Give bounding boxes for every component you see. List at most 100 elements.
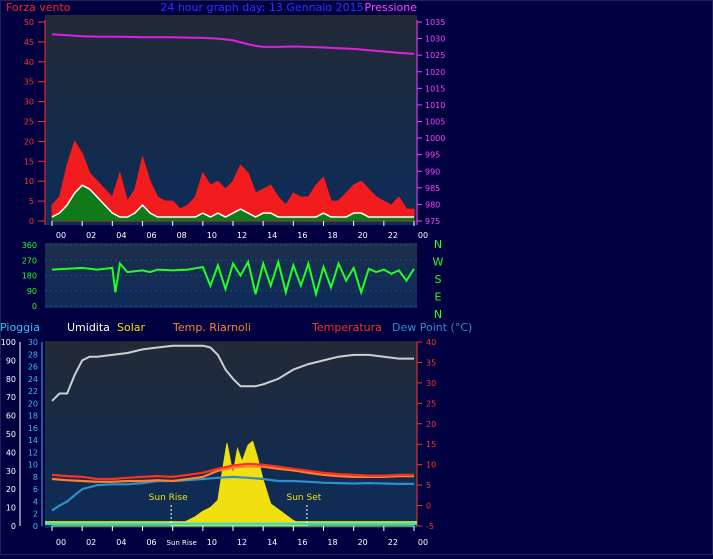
weather-x-tick-label: 20 [358,538,368,547]
temperature-tick-label: 25 [426,399,436,408]
rain-tick-label: 4 [33,497,38,506]
sun-marker-label: Sun Set [287,493,322,503]
rain-tick-label: 0 [33,522,38,531]
pressure-tick-label: 975 [425,217,440,226]
wind-tick-label: 30 [24,98,34,107]
compass-label: N [434,238,442,251]
wind-panel: Forza vento 24 hour graph day: 13 Gennai… [6,1,445,240]
pressure-tick-label: 1015 [425,84,445,93]
temperature-tick-label: 35 [426,358,436,367]
temperature-tick-label: 30 [426,379,436,388]
wind-x-tick-label: 12 [237,231,247,240]
direction-tick-label: 270 [22,256,37,265]
compass-labels: NWSEN [433,238,444,321]
wind-left-axis: 0 5 10 15 20 25 30 35 40 45 50 [24,18,46,226]
humidity-tick-label: 10 [6,504,16,513]
direction-tick-label: 360 [22,241,37,250]
rain-tick-label: 20 [28,399,38,408]
weather-x-axis: 00 02 04 06 Sun Rise 10 12 14 16 18 20 22 00 [51,526,428,547]
wind-x-tick-label: 20 [358,231,368,240]
weather-x-tick-label: 06 [146,538,156,547]
wind-x-tick-label: 06 [146,231,156,240]
sun-marker-label: Sun Rise [149,493,188,503]
rain-tick-label: 24 [28,375,38,384]
rain-tick-label: 18 [28,412,38,421]
wind-tick-label: 15 [24,157,34,166]
rain-tick-label: 16 [28,424,38,433]
series-rain-top [45,521,417,523]
pressure-tick-label: 1010 [425,101,445,110]
weather-x-tick-label: Sun Rise [167,539,197,547]
weather-x-tick-label: 00 [56,538,66,547]
wind-tick-label: 20 [24,137,34,146]
wind-left-label: Forza vento [6,1,71,14]
humidity-tick-label: 90 [6,356,16,365]
pressure-tick-label: 1035 [425,18,445,27]
dew-point-label: Dew Point (°C) [392,321,472,334]
wind-x-tick-label: 22 [388,231,398,240]
rain-tick-label: 26 [28,363,38,372]
pressure-right-axis: 975 980 985 990 995 1000 1005 1010 1015 1020 1025 1… [416,18,445,226]
temp-sensor-label: Temp. Riarnoli [172,321,251,334]
wind-x-tick-label: 08 [177,231,187,240]
compass-label: N [434,308,442,321]
rain-tick-label: 30 [28,338,38,347]
wind-x-tick-label: 10 [207,231,217,240]
temperature-tick-label: 0 [426,502,431,511]
compass-label: W [433,256,444,269]
temperature-tick-label: 5 [426,481,431,490]
humidity-tick-label: 70 [6,393,16,402]
humidity-tick-label: 100 [1,338,16,347]
rain-tick-label: 6 [33,485,38,494]
pressure-tick-label: 1025 [425,51,445,60]
wind-tick-label: 5 [29,197,34,206]
pressure-tick-label: 985 [425,184,440,193]
weather-x-tick-label: 18 [327,538,337,547]
wind-tick-label: 0 [29,217,34,226]
rain-tick-label: 12 [28,448,38,457]
wind-x-tick-label: 14 [267,231,277,240]
humidity-tick-label: 0 [11,522,16,531]
temperature-axis: -5 0 5 10 15 20 25 30 35 40 [416,338,436,531]
humidity-tick-label: 40 [6,448,16,457]
rain-axis: 024681012141618202224262830 [28,338,43,531]
pressure-tick-label: 1030 [425,35,445,44]
temperature-label: Temperatura [311,321,382,334]
wind-x-tick-label: 04 [116,231,126,240]
weather-charts: Forza vento 24 hour graph day: 13 Gennai… [0,0,713,555]
rain-label: Pioggia [0,321,40,334]
weather-x-tick-label: 16 [297,538,307,547]
pressure-tick-label: 1005 [425,118,445,127]
weather-x-tick-label: 04 [116,538,126,547]
pressure-tick-label: 995 [425,151,440,160]
weather-panel: Pioggia Umidita Solar Temp. Riarnoli Tem… [0,321,472,547]
humidity-axis: 0 10 20 30 40 50 60 70 80 90 100 [1,338,21,531]
direction-tick-label: 180 [22,272,37,281]
rain-tick-label: 22 [28,387,38,396]
wind-right-label: Pressione [365,1,418,14]
wind-tick-label: 10 [24,177,34,186]
wind-tick-label: 45 [24,38,34,47]
wind-x-tick-label: 02 [86,231,96,240]
temperature-tick-label: 20 [426,420,436,429]
solar-label: Solar [117,321,146,334]
temperature-tick-label: 15 [426,440,436,449]
wind-x-tick-label: 00 [56,231,66,240]
direction-panel: 090180270360 NWSEN [22,238,444,321]
weather-x-tick-label: 00 [418,538,428,547]
weather-x-tick-label: 12 [237,538,247,547]
pressure-tick-label: 980 [425,200,440,209]
wind-x-tick-label: 16 [297,231,307,240]
wind-tick-label: 40 [24,58,34,67]
direction-tick-label: 0 [32,302,37,311]
weather-dashboard: Forza vento 24 hour graph day: 13 Gennai… [0,0,713,555]
rain-tick-label: 14 [28,436,38,445]
weather-x-tick-label: 22 [388,538,398,547]
rain-tick-label: 10 [28,461,38,470]
temperature-tick-label: 10 [426,461,436,470]
wind-tick-label: 25 [24,118,34,127]
humidity-label: Umidita [67,321,110,334]
temperature-tick-label: -5 [426,522,434,531]
weather-x-tick-label: 14 [267,538,277,547]
pressure-tick-label: 1000 [425,134,445,143]
